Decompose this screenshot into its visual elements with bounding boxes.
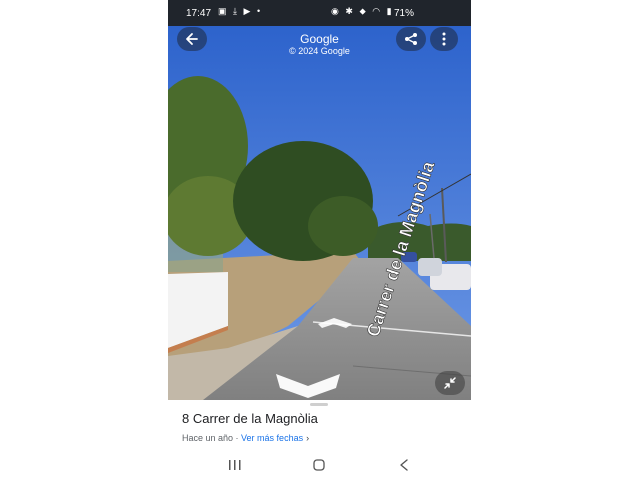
download-icon: ⤓ <box>233 6 240 16</box>
status-bar: 17:47 ▣ ⤓ ▶ • ◉ ✱ ⬥ ◠ ▮ 71% <box>168 0 471 26</box>
capture-date: Hace un año · <box>182 433 242 443</box>
back-nav-icon[interactable] <box>399 459 409 471</box>
collapse-view-button[interactable] <box>435 371 465 395</box>
chevron-right-icon: › <box>306 433 310 443</box>
more-dates-link[interactable]: Ver más fechas <box>241 433 303 443</box>
more-options-button[interactable] <box>430 27 458 51</box>
system-icons: ◉ ✱ ⬥ ◠ ▮ <box>331 6 394 17</box>
street-scene: Carrer de la Magnòlia <box>168 26 471 400</box>
share-button[interactable] <box>396 27 426 51</box>
system-nav-bar <box>168 450 471 480</box>
dot-icon: • <box>256 6 263 16</box>
youtube-icon: ▶ <box>243 6 253 16</box>
wifi-icon: ◠ <box>372 6 383 16</box>
location-sheet[interactable]: 8 Carrer de la Magnòlia Hace un año · Ve… <box>168 400 471 450</box>
phone-screen: 17:47 ▣ ⤓ ▶ • ◉ ✱ ⬥ ◠ ▮ 71% Carrer de la… <box>168 0 471 480</box>
street-view-panorama[interactable]: Carrer de la Magnòlia Google © 2024 Goog… <box>168 26 471 400</box>
signal-icon: ▮ <box>386 6 394 16</box>
gallery-icon: ▣ <box>218 6 229 16</box>
home-icon[interactable] <box>313 459 325 471</box>
location-address: 8 Carrer de la Magnòlia <box>182 411 318 426</box>
capture-date-row: Hace un año · Ver más fechas › <box>182 433 309 443</box>
status-time: 17:47 <box>186 8 212 19</box>
collapse-arrows-icon <box>444 377 456 389</box>
share-icon <box>405 33 417 45</box>
bluetooth-icon: ✱ <box>345 6 355 16</box>
recent-apps-icon[interactable] <box>228 460 242 470</box>
sheet-drag-handle[interactable] <box>310 403 328 406</box>
notification-icons: ▣ ⤓ ▶ • <box>218 6 262 17</box>
location-icon: ⬥ <box>359 6 368 16</box>
alarm-icon: ◉ <box>331 6 341 16</box>
battery-level: 71% <box>394 8 415 19</box>
more-vert-icon <box>442 32 446 46</box>
copyright-text: © 2024 Google <box>289 46 350 56</box>
